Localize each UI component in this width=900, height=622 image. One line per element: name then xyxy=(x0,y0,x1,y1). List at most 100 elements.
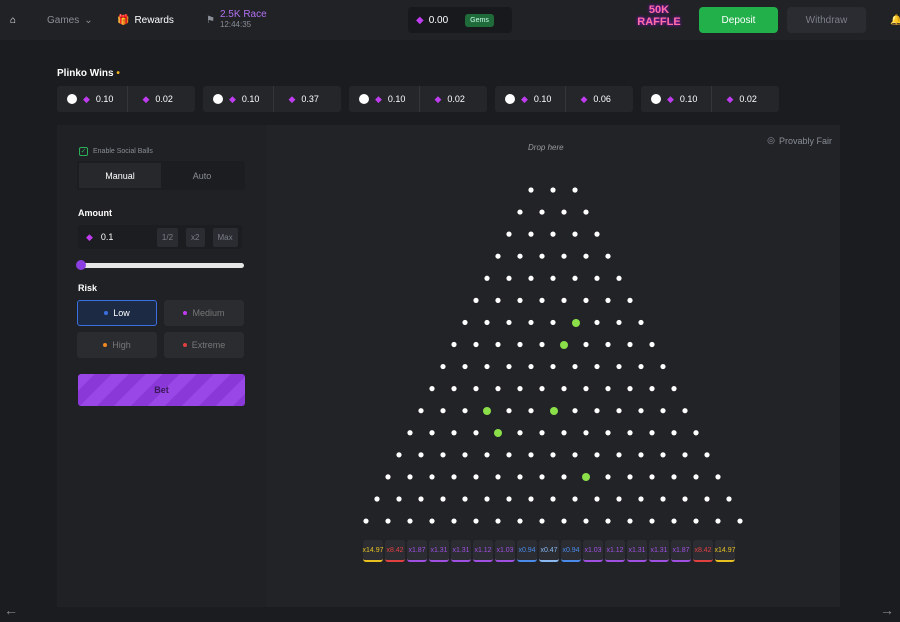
tab-manual[interactable]: Manual xyxy=(79,163,161,188)
peg xyxy=(539,341,545,348)
peg xyxy=(660,496,666,502)
peg xyxy=(715,518,721,524)
amount-slider[interactable] xyxy=(76,260,244,270)
peg xyxy=(605,341,611,348)
raffle-logo[interactable]: 50K RAFFLE xyxy=(634,4,684,36)
mode-tabs: Manual Auto xyxy=(77,161,245,190)
peg xyxy=(583,253,589,259)
flag-icon: ⚑ xyxy=(206,14,215,26)
peg xyxy=(418,452,424,458)
peg xyxy=(473,474,479,480)
peg xyxy=(649,430,655,436)
withdraw-button[interactable]: Withdraw xyxy=(787,7,866,33)
peg xyxy=(528,452,534,458)
arrow-left-icon[interactable]: ← xyxy=(4,602,18,618)
peg xyxy=(539,430,545,436)
peg xyxy=(627,386,633,392)
peg xyxy=(638,363,644,370)
arrow-right-icon[interactable]: → xyxy=(880,602,894,618)
multiplier-bucket: x1.31 xyxy=(429,540,449,562)
gem-icon: ◆ xyxy=(726,93,734,104)
multiplier-bucket: x8.42 xyxy=(693,540,713,562)
risk-label: Medium xyxy=(192,308,225,318)
ball xyxy=(550,407,558,415)
amount-value[interactable]: 0.1 xyxy=(101,232,149,242)
peg xyxy=(605,386,611,392)
peg xyxy=(561,386,567,392)
tab-auto[interactable]: Auto xyxy=(161,163,243,188)
amount-field[interactable]: ◆ 0.1 1/2 x2 Max xyxy=(78,225,242,249)
peg xyxy=(462,496,468,502)
race-link[interactable]: ⚑ 2.5K Race 12:44:35 xyxy=(206,10,267,30)
avatar xyxy=(359,94,369,104)
multiplier-bucket: x1.12 xyxy=(605,540,625,562)
peg xyxy=(682,452,688,458)
peg xyxy=(517,518,523,524)
gem-icon: ◆ xyxy=(142,93,150,104)
home-icon[interactable]: ⌂ xyxy=(10,15,16,26)
peg xyxy=(594,408,600,414)
max-button[interactable]: Max xyxy=(212,227,238,247)
peg xyxy=(649,518,655,524)
peg xyxy=(473,430,479,436)
avatar xyxy=(651,94,661,104)
win-item[interactable]: ◆ 0.10 ◆ 0.02 xyxy=(641,86,779,112)
multiplier-bucket: x14.97 xyxy=(362,540,384,562)
peg xyxy=(539,386,545,392)
peg xyxy=(737,518,743,524)
peg xyxy=(704,496,710,502)
race-timer: 12:44:35 xyxy=(219,20,252,29)
gem-icon: ◆ xyxy=(229,93,236,104)
bet-button[interactable]: Bet xyxy=(78,374,245,406)
half-button[interactable]: 1/2 xyxy=(156,227,179,247)
risk-low-button[interactable]: Low xyxy=(77,300,157,326)
win-item[interactable]: ◆ 0.10 ◆ 0.06 xyxy=(495,86,633,112)
peg xyxy=(572,275,578,281)
peg xyxy=(506,231,512,237)
peg xyxy=(605,430,611,436)
double-button[interactable]: x2 xyxy=(186,227,205,247)
peg xyxy=(550,363,556,370)
peg xyxy=(506,496,512,502)
peg xyxy=(451,386,457,392)
peg xyxy=(594,319,600,326)
divider xyxy=(127,86,129,112)
multiplier-bucket: x0.94 xyxy=(517,540,537,562)
peg xyxy=(374,496,380,502)
peg xyxy=(451,474,457,480)
win-item[interactable]: ◆ 0.10 ◆ 0.37 xyxy=(203,86,341,112)
slider-handle[interactable] xyxy=(76,260,86,270)
peg xyxy=(396,452,402,458)
win-item[interactable]: ◆ 0.10 ◆ 0.02 xyxy=(349,86,487,112)
peg xyxy=(451,518,457,524)
bell-icon[interactable]: 🔔 xyxy=(890,15,900,26)
wins-feed: ◆ 0.10 ◆ 0.02 ◆ 0.10 ◆ 0.37 ◆ 0.10 ◆ 0.02 ◆ 0.10 ◆ 0.06… xyxy=(57,86,779,112)
games-menu[interactable]: Games ⌄ xyxy=(47,15,93,26)
social-balls-checkbox[interactable]: ✓ Enable Social Balls xyxy=(79,147,153,156)
peg xyxy=(649,474,655,480)
risk-label: Extreme xyxy=(191,340,226,350)
peg xyxy=(693,518,699,524)
peg xyxy=(561,518,567,524)
peg xyxy=(528,187,534,193)
risk-high-button[interactable]: High xyxy=(77,332,157,358)
ball xyxy=(582,473,590,481)
risk-label: Low xyxy=(113,308,130,318)
peg xyxy=(528,408,534,414)
check-icon: ✓ xyxy=(79,147,88,156)
multiplier-bucket: x1.31 xyxy=(451,540,471,562)
deposit-button[interactable]: Deposit xyxy=(699,7,778,33)
rewards-link[interactable]: 🎁 Rewards xyxy=(117,15,174,26)
multiplier-bucket: x1.87 xyxy=(407,540,427,562)
peg xyxy=(583,430,589,436)
risk-label: Risk xyxy=(78,283,98,293)
win-item[interactable]: ◆ 0.10 ◆ 0.02 xyxy=(57,86,195,112)
currency-badge[interactable]: Gems xyxy=(465,13,494,27)
peg xyxy=(484,496,490,502)
peg xyxy=(594,496,600,502)
risk-medium-button[interactable]: Medium xyxy=(164,300,244,326)
dot-icon xyxy=(182,343,187,347)
risk-extreme-button[interactable]: Extreme xyxy=(164,332,244,358)
win-payout: 0.02 xyxy=(447,94,465,104)
wallet-balance[interactable]: ◆ 0.00 Gems xyxy=(408,7,512,33)
